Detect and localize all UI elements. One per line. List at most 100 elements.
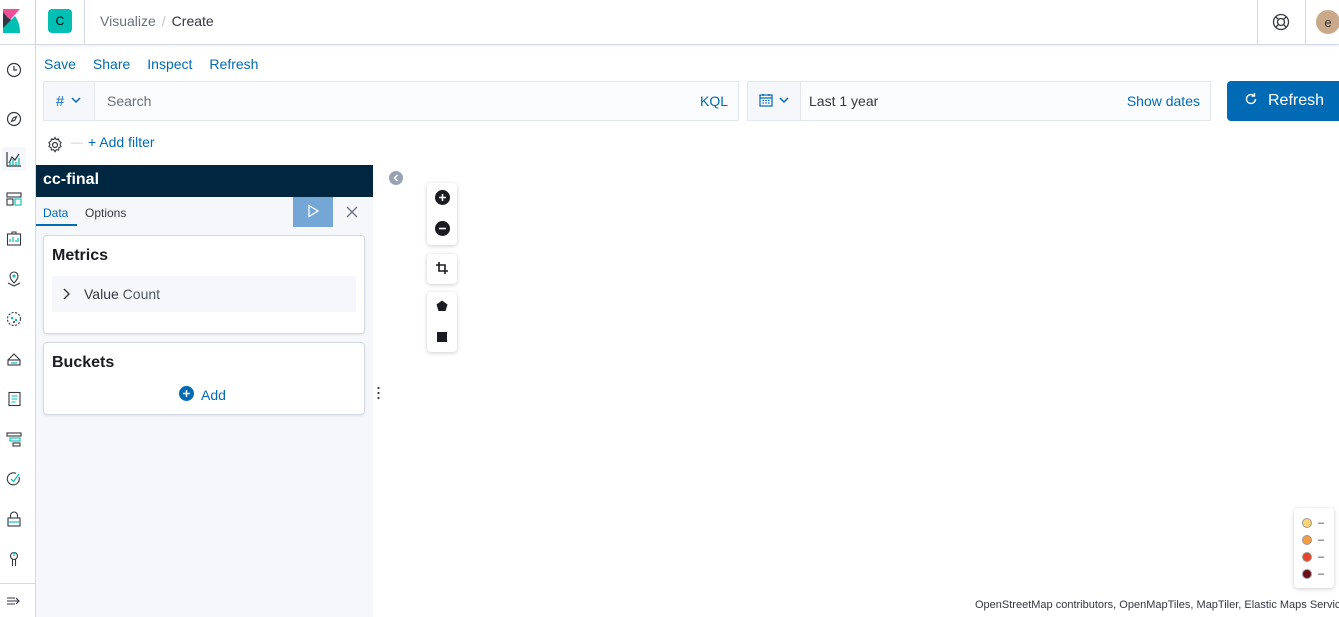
- chevron-down-icon: [70, 93, 82, 110]
- legend-row: –: [1302, 548, 1334, 565]
- recently-viewed-clock-icon[interactable]: [2, 58, 26, 82]
- discard-changes-close-icon[interactable]: [344, 204, 360, 220]
- date-range-value[interactable]: Last 1 year: [809, 93, 878, 109]
- draw-controls: [427, 292, 457, 352]
- map-legend: – – – –: [1294, 508, 1334, 588]
- apm-icon[interactable]: [2, 427, 26, 451]
- inspect-menu-item[interactable]: Inspect: [147, 56, 192, 72]
- metrics-panel: Metrics Value Count: [43, 235, 365, 334]
- metrics-title: Metrics: [52, 247, 109, 264]
- quick-select-button[interactable]: [748, 82, 801, 120]
- logs-icon[interactable]: [2, 387, 26, 411]
- filter-divider: —: [71, 135, 83, 149]
- legend-row: –: [1302, 531, 1334, 548]
- draw-rectangle-button[interactable]: [427, 322, 457, 352]
- calendar-icon: [758, 93, 773, 110]
- kibana-logo-icon[interactable]: [0, 0, 36, 45]
- save-menu-item[interactable]: Save: [44, 56, 76, 72]
- refresh-label: Refresh: [1268, 92, 1325, 109]
- discover-compass-icon[interactable]: [2, 107, 26, 131]
- metric-label: Value Count: [84, 286, 160, 302]
- legend-swatch: [1302, 534, 1312, 545]
- resize-handle-icon[interactable]: [377, 386, 380, 400]
- legend-label: –: [1318, 550, 1325, 563]
- legend-label: –: [1318, 533, 1325, 546]
- polygon-icon: [436, 299, 448, 315]
- breadcrumb-separator: /: [161, 13, 166, 29]
- legend-swatch: [1302, 568, 1312, 579]
- nav-divider: [0, 583, 36, 584]
- top-nav-menu: Save Share Inspect Refresh: [44, 56, 275, 72]
- date-picker: Last 1 year Show dates: [747, 81, 1211, 121]
- play-icon: [306, 203, 320, 221]
- tab-options[interactable]: Options: [85, 206, 126, 220]
- legend-label: –: [1318, 567, 1325, 580]
- legend-label: –: [1318, 516, 1325, 529]
- breadcrumb-visualize[interactable]: Visualize: [100, 13, 156, 29]
- active-tab-indicator: [36, 224, 77, 226]
- zoom-out-button[interactable]: [427, 214, 457, 245]
- space-selector-avatar[interactable]: C: [48, 9, 72, 33]
- zoom-out-icon: [434, 220, 450, 239]
- space-initial: C: [55, 14, 65, 28]
- crop-icon: [436, 261, 448, 277]
- collapse-sidebar-arrow-icon[interactable]: [389, 171, 403, 185]
- user-initial: e: [1324, 14, 1332, 30]
- legend-swatch: [1302, 551, 1312, 562]
- metric-name: Value: [84, 286, 119, 302]
- fit-data-bounds-button[interactable]: [427, 254, 457, 284]
- buckets-panel: Buckets Add: [43, 342, 365, 415]
- user-avatar[interactable]: e: [1316, 10, 1339, 34]
- top-header: C Visualize / Create e: [36, 0, 1339, 45]
- map-canvas[interactable]: [409, 165, 1339, 617]
- infrastructure-icon[interactable]: [2, 347, 26, 371]
- dashboard-icon[interactable]: [2, 187, 26, 211]
- side-nav: [0, 0, 36, 617]
- zoom-in-button[interactable]: [427, 183, 457, 214]
- dock-navigation-icon[interactable]: [2, 589, 26, 613]
- header-divider: [1305, 0, 1306, 45]
- share-menu-item[interactable]: Share: [93, 56, 130, 72]
- plus-circle-icon: [179, 386, 194, 404]
- hash-symbol: #: [55, 92, 65, 110]
- breadcrumb-create: Create: [171, 13, 214, 29]
- refresh-icon: [1244, 92, 1258, 111]
- kql-language-toggle[interactable]: KQL: [700, 93, 728, 109]
- help-lifebuoy-icon[interactable]: [1271, 12, 1291, 32]
- header-divider: [1257, 0, 1258, 45]
- refresh-menu-item[interactable]: Refresh: [209, 56, 258, 72]
- chevron-right-icon[interactable]: [61, 287, 73, 304]
- add-bucket-button[interactable]: Add: [179, 386, 226, 404]
- machine-learning-icon[interactable]: [2, 307, 26, 331]
- refresh-button[interactable]: Refresh: [1227, 81, 1339, 121]
- legend-swatch: [1302, 517, 1312, 528]
- show-dates-link[interactable]: Show dates: [1127, 93, 1200, 109]
- maps-icon[interactable]: [2, 267, 26, 291]
- tab-data[interactable]: Data: [43, 206, 68, 220]
- zoom-in-icon: [434, 189, 450, 208]
- breadcrumb: Visualize / Create: [100, 13, 214, 29]
- draw-polygon-button[interactable]: [427, 292, 457, 322]
- add-filter-button[interactable]: + Add filter: [88, 134, 155, 150]
- security-lock-icon[interactable]: [2, 507, 26, 531]
- visualize-icon[interactable]: [2, 147, 26, 171]
- apply-changes-button[interactable]: [293, 197, 333, 227]
- index-pattern-title: cc-final: [36, 165, 373, 197]
- filter-settings-gear-icon[interactable]: [46, 136, 64, 154]
- map-attribution[interactable]: OpenStreetMap contributors, OpenMapTiles…: [975, 599, 1339, 611]
- saved-query-button[interactable]: #: [44, 82, 95, 120]
- dev-tools-wrench-icon[interactable]: [2, 547, 26, 571]
- legend-row: –: [1302, 514, 1334, 531]
- search-input[interactable]: [96, 82, 686, 120]
- buckets-title: Buckets: [52, 354, 115, 371]
- canvas-icon[interactable]: [2, 227, 26, 251]
- query-bar: # KQL: [43, 81, 739, 121]
- metric-accordion-item[interactable]: Value Count: [52, 276, 356, 312]
- fit-bounds-control: [427, 254, 457, 284]
- uptime-icon[interactable]: [2, 467, 26, 491]
- rectangle-icon: [437, 329, 447, 345]
- add-bucket-label: Add: [201, 387, 226, 403]
- metric-aggregation: Count: [118, 286, 161, 302]
- chevron-down-icon: [778, 93, 790, 109]
- zoom-controls: [427, 183, 457, 245]
